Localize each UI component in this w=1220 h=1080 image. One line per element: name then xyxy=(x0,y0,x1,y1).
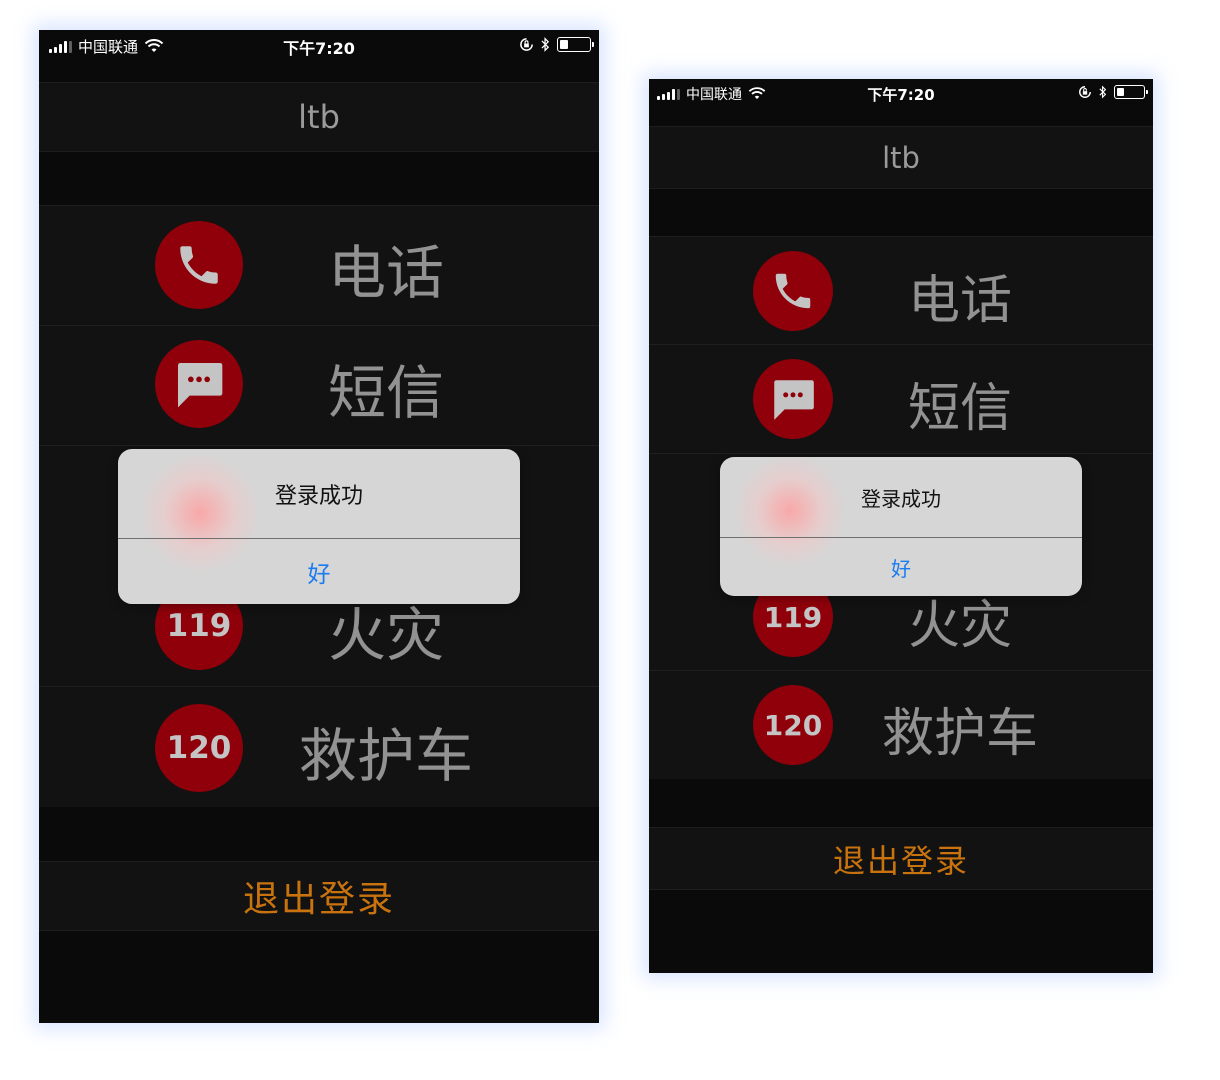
bluetooth-icon xyxy=(541,37,550,52)
rotation-lock-icon xyxy=(520,38,533,51)
menu-label-ambulance: 救护车 xyxy=(881,704,1038,764)
login-success-alert: 登录成功 好 xyxy=(720,457,1082,596)
nav-title: ltb xyxy=(298,98,340,136)
alert-ok-button[interactable]: 好 xyxy=(720,538,1082,596)
menu-label-phone: 电话 xyxy=(907,271,1012,331)
status-time: 下午7:20 xyxy=(283,39,355,58)
nav-title: ltb xyxy=(882,140,920,175)
status-bar: 中国联通 下午7:20 xyxy=(39,30,599,60)
battery-icon xyxy=(557,37,594,52)
logout-button[interactable]: 退出登录 xyxy=(649,827,1153,890)
alert-title: 登录成功 xyxy=(274,483,363,509)
logout-label: 退出登录 xyxy=(832,841,969,880)
alert-title: 登录成功 xyxy=(861,486,941,511)
number-icon: 120 xyxy=(753,685,833,765)
alert-ok-label: 好 xyxy=(891,556,911,581)
nav-bar: ltb xyxy=(649,126,1153,189)
menu-label-ambulance: 救护车 xyxy=(298,722,473,790)
fire-number: 119 xyxy=(763,600,823,634)
login-success-alert: 登录成功 好 xyxy=(118,449,520,604)
battery-icon xyxy=(1114,85,1148,99)
alert-ok-label: 好 xyxy=(307,561,331,588)
fire-number: 119 xyxy=(166,608,232,644)
alert-ok-button[interactable]: 好 xyxy=(118,539,520,604)
bluetooth-icon xyxy=(1099,85,1107,99)
menu-label-phone: 电话 xyxy=(327,239,444,307)
phone-icon xyxy=(155,221,243,309)
menu-row-sms[interactable]: 短信 xyxy=(39,325,599,445)
ambulance-number: 120 xyxy=(166,730,232,766)
logout-button[interactable]: 退出登录 xyxy=(39,861,599,931)
menu-label-sms: 短信 xyxy=(327,359,444,427)
logout-label: 退出登录 xyxy=(242,879,395,920)
ambulance-number: 120 xyxy=(763,708,823,742)
message-icon xyxy=(155,340,243,428)
number-icon: 120 xyxy=(155,704,243,792)
rotation-lock-icon xyxy=(1079,86,1091,98)
menu-row-phone[interactable]: 电话 xyxy=(39,205,599,325)
phone-screenshot-right: 中国联通 下午7:20 ltb 电话 短信 119 火灾 120 救护车 退出登… xyxy=(649,79,1153,973)
nav-bar: ltb xyxy=(39,82,599,152)
status-bar: 中国联通 下午7:20 xyxy=(649,79,1153,109)
menu-row-ambulance[interactable]: 120 救护车 xyxy=(649,670,1153,779)
message-icon xyxy=(753,359,833,439)
menu-label-sms: 短信 xyxy=(907,379,1012,439)
menu-row-sms[interactable]: 短信 xyxy=(649,344,1153,453)
phone-icon xyxy=(753,251,833,331)
phone-screenshot-left: 中国联通 下午7:20 ltb 电话 短信 119 火灾 120 救护车 退出登… xyxy=(39,30,599,1023)
menu-row-phone[interactable]: 电话 xyxy=(649,236,1153,344)
menu-row-ambulance[interactable]: 120 救护车 xyxy=(39,686,599,807)
